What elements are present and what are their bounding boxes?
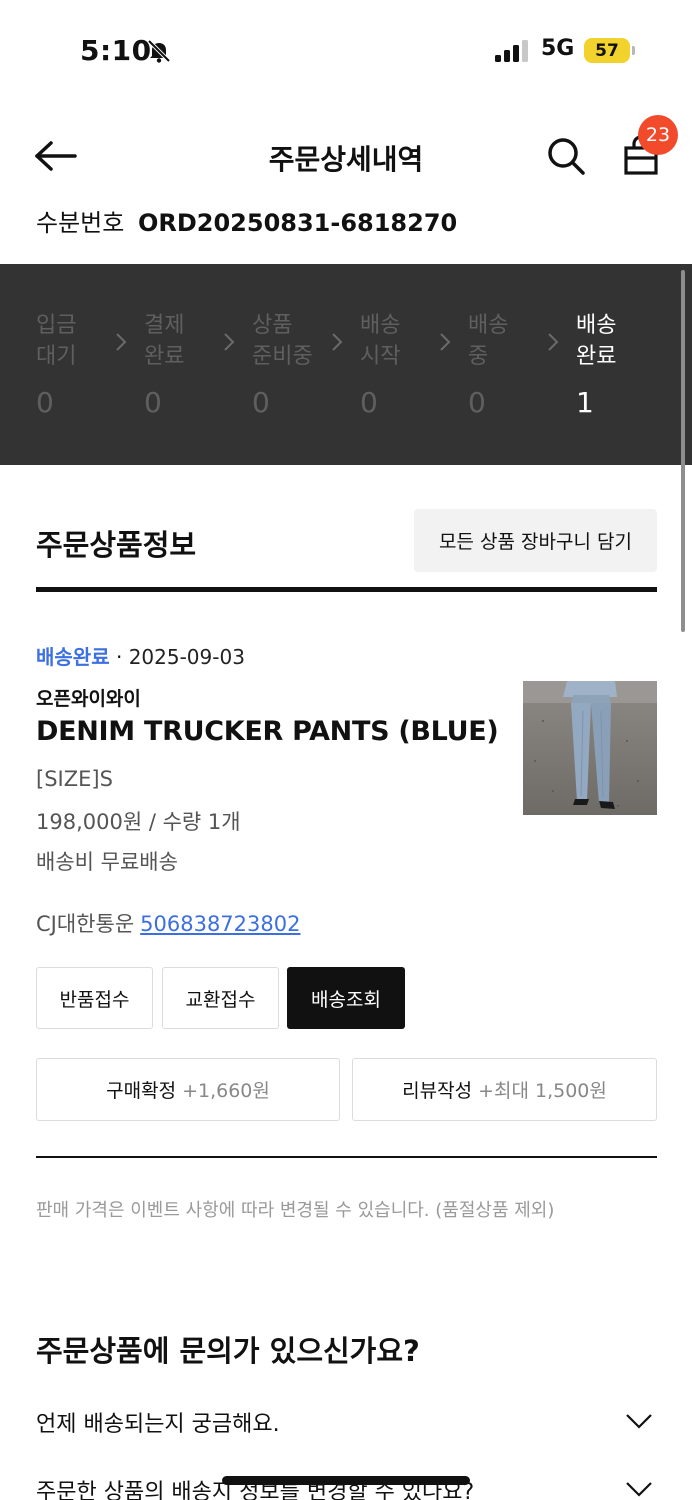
price-quantity: 198,000원 / 수량 1개 <box>36 810 241 834</box>
status-bar: 5:10 5G 57 <box>0 0 692 100</box>
track-delivery-button[interactable]: 배송조회 <box>287 967 405 1029</box>
order-progress: 입금 대기 0 결제 완료 0 상품 준비중 0 배송 시작 0 배송 중 0 … <box>0 264 692 465</box>
order-number: 수분번호 ORD20250831-6818270 <box>36 203 457 238</box>
battery-tip <box>632 46 635 55</box>
write-review-label: 리뷰작성 <box>402 1080 473 1102</box>
courier-name: CJ대한통운 <box>36 912 135 936</box>
step-count: 0 <box>144 386 162 419</box>
product-option: [SIZE]S <box>36 767 113 791</box>
confirm-purchase-points: +1,660원 <box>182 1080 270 1102</box>
delivery-status-line: 배송완료 · 2025-09-03 <box>36 641 245 670</box>
separator: · <box>115 645 123 669</box>
step-label: 결제 <box>144 313 185 338</box>
divider <box>36 587 657 592</box>
product-thumbnail[interactable] <box>523 681 657 815</box>
network-label: 5G <box>541 36 575 61</box>
step-label: 배송 <box>576 313 617 338</box>
step-label: 완료 <box>144 344 185 369</box>
step-label: 입금 <box>36 313 77 338</box>
page-title: 주문상세내역 <box>268 143 424 176</box>
cart-count-badge: 23 <box>638 115 678 155</box>
step-label: 준비중 <box>252 344 313 369</box>
battery-icon: 57 <box>584 38 630 63</box>
price-notice: 판매 가격은 이벤트 사항에 따라 변경될 수 있습니다. (품절상품 제외) <box>36 1200 555 1221</box>
signal-icon <box>495 40 528 62</box>
faq-title: 주문상품에 문의가 있으신가요? <box>36 1334 420 1368</box>
step-count: 1 <box>576 386 594 419</box>
search-icon[interactable] <box>546 136 586 176</box>
home-indicator[interactable] <box>222 1476 470 1485</box>
add-all-to-cart-button[interactable]: 모든 상품 장바구니 담기 <box>414 509 657 572</box>
step-label: 대기 <box>36 344 77 369</box>
chevron-down-icon <box>626 1482 652 1497</box>
step-shipping-started: 배송 시작 0 <box>360 310 440 419</box>
order-number-value: ORD20250831-6818270 <box>137 209 458 237</box>
brand-name[interactable]: 오픈와이와이 <box>36 684 141 711</box>
write-review-points: +최대 1,500원 <box>478 1080 607 1102</box>
chevron-right-icon <box>440 333 451 351</box>
faq-item[interactable]: 주문한 상품의 배송지 정보를 변경할 수 있나요? <box>36 1470 657 1500</box>
chevron-down-icon <box>626 1414 652 1429</box>
step-pending-deposit: 입금 대기 0 <box>36 310 116 419</box>
step-in-transit: 배송 중 0 <box>468 310 548 419</box>
step-preparing: 상품 준비중 0 <box>252 310 332 419</box>
courier-info: CJ대한통운 506838723802 <box>36 908 300 938</box>
faq-item[interactable]: 언제 배송되는지 궁금해요. <box>36 1402 657 1442</box>
delivery-status: 배송완료 <box>36 645 110 669</box>
shipping-fee: 배송비 무료배송 <box>36 850 178 874</box>
product-name[interactable]: DENIM TRUCKER PANTS (BLUE) <box>36 716 499 747</box>
faq-question: 언제 배송되는지 궁금해요. <box>36 1412 280 1437</box>
bell-slash-icon <box>147 39 171 63</box>
order-number-label: 수분번호 <box>36 209 125 237</box>
step-label: 배송 <box>468 313 509 338</box>
step-count: 0 <box>468 386 486 419</box>
step-count: 0 <box>360 386 378 419</box>
step-label: 완료 <box>576 344 617 369</box>
return-request-button[interactable]: 반품접수 <box>36 967 153 1029</box>
arrow-left-icon[interactable] <box>34 140 78 172</box>
step-label: 중 <box>468 344 489 369</box>
battery-level: 57 <box>595 40 619 61</box>
app-header: 주문상세내역 <box>0 110 692 202</box>
write-review-button[interactable]: 리뷰작성 +최대 1,500원 <box>352 1058 657 1121</box>
step-count: 0 <box>36 386 54 419</box>
step-label: 시작 <box>360 344 401 369</box>
scrollbar[interactable] <box>681 270 685 632</box>
step-paid: 결제 완료 0 <box>144 310 224 419</box>
confirm-purchase-button[interactable]: 구매확정 +1,660원 <box>36 1058 340 1121</box>
chevron-right-icon <box>116 333 127 351</box>
tracking-number-link[interactable]: 506838723802 <box>140 912 300 936</box>
step-count: 0 <box>252 386 270 419</box>
chevron-right-icon <box>332 333 343 351</box>
exchange-request-button[interactable]: 교환접수 <box>162 967 279 1029</box>
chevron-right-icon <box>224 333 235 351</box>
delivery-date: 2025-09-03 <box>128 645 245 669</box>
step-label: 배송 <box>360 313 401 338</box>
status-time: 5:10 <box>80 34 152 67</box>
step-label: 상품 <box>252 313 293 338</box>
section-title: 주문상품정보 <box>36 528 197 562</box>
confirm-purchase-label: 구매확정 <box>106 1080 177 1102</box>
step-delivered: 배송 완료 1 <box>576 310 656 419</box>
chevron-right-icon <box>548 333 559 351</box>
divider <box>36 1156 657 1158</box>
